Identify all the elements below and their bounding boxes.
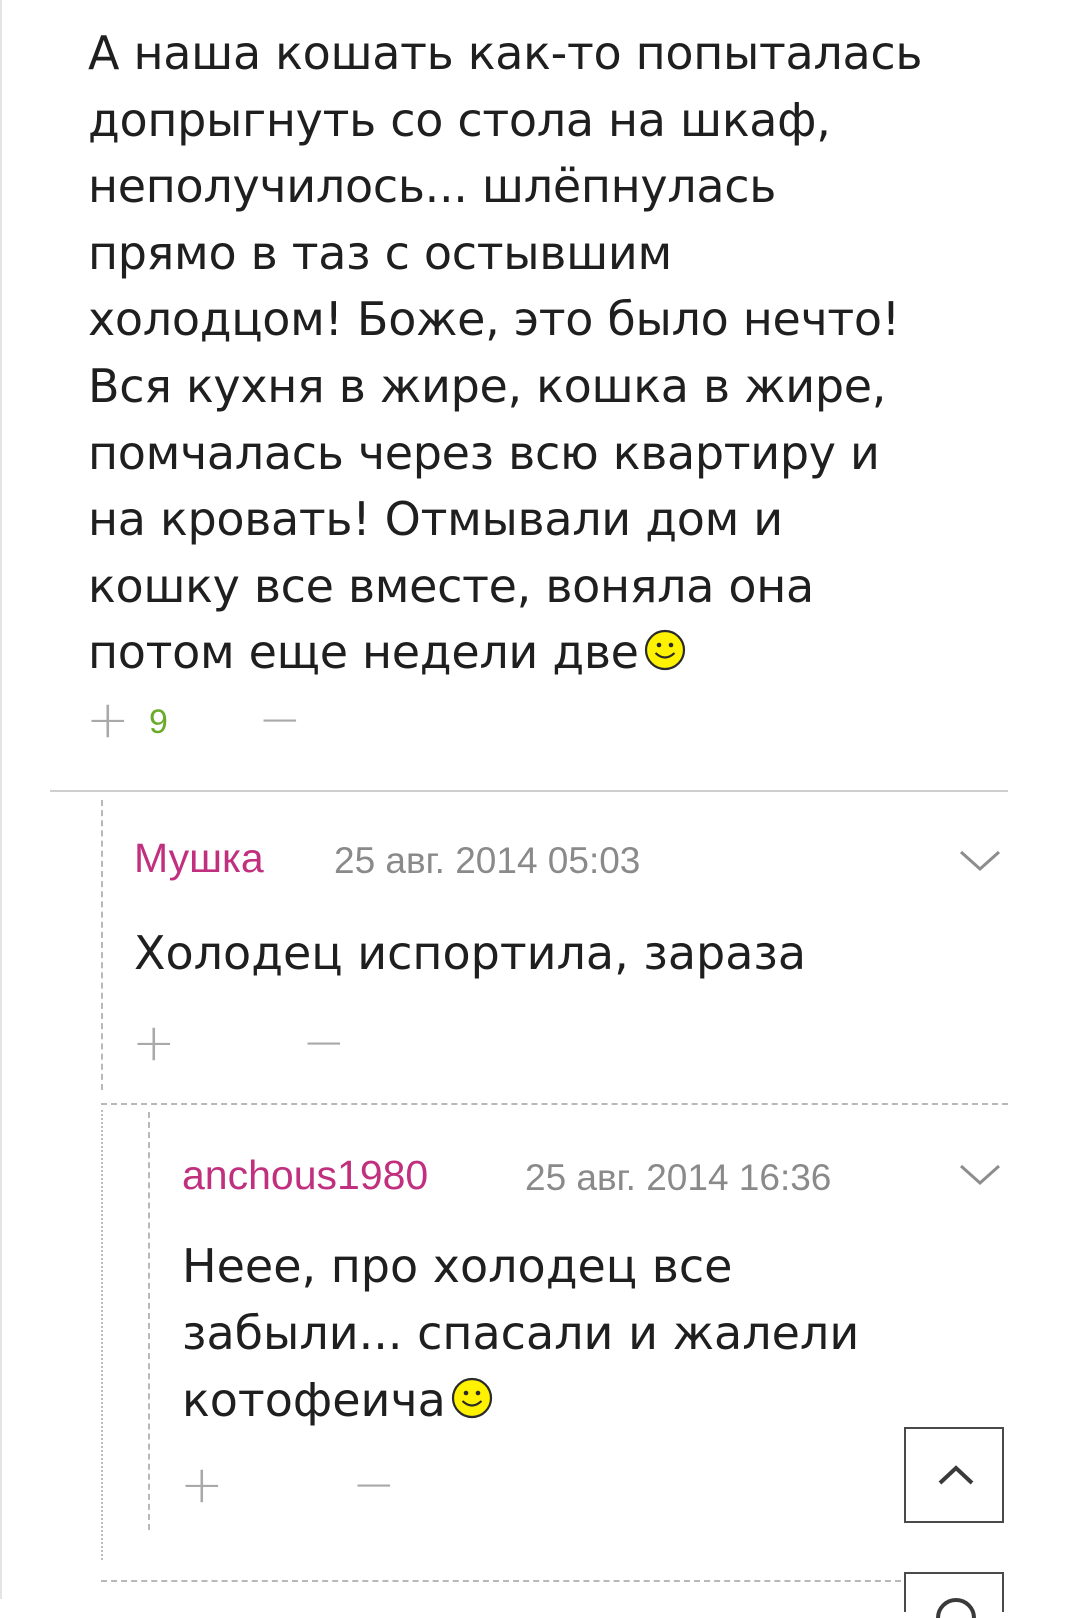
comment-line: помчалась через всю квартиру и [88,425,880,480]
downvote-button[interactable]: − [302,1013,346,1073]
downvote-button[interactable]: − [258,690,302,750]
reply-line-last: котофеича [182,1367,902,1434]
chevron-down-icon[interactable] [958,1162,1002,1188]
reply-text: Неее, про холодец все забыли... спасали … [182,1233,902,1434]
upvote-button[interactable]: + [132,1013,176,1073]
thread-divider [101,1103,1008,1105]
comment-line-last: потом еще недели две [88,619,1048,686]
reply-line: котофеича [182,1373,446,1427]
comment-line: А наша кошать как-то попыталась [88,26,923,80]
author-link[interactable]: Мушка [134,835,264,882]
scroll-top-button[interactable] [904,1427,1004,1523]
comment-line: прямо в таз с остывшим [88,225,672,280]
partial-icon [936,1598,976,1618]
comment-date[interactable]: 25 авг. 2014 05:03 [334,840,640,882]
rating-count: 9 [149,703,168,741]
thread-line [101,800,103,1090]
comment-line: Вся кухня в жире, кошка в жире, [88,358,887,413]
thread-line [101,1110,103,1560]
smiley-icon [451,1377,492,1419]
comment-body: А наша кошать как-то попыталась допрыгну… [88,20,1048,686]
comment-line: холодцом! Боже, это было нечто! [88,292,900,347]
reply-text: Холодец испортила, зараза [134,926,807,980]
comment-line: кошку все вместе, воняла она [88,558,814,613]
comment-line: неполучилось... шлёпнулась [88,159,777,214]
comment-line: потом еще недели две [88,625,639,680]
chevron-down-icon[interactable] [958,848,1002,874]
thread-divider [101,1580,901,1582]
page-edge [0,0,2,1599]
reply-line: Неее, про холодец все [182,1239,733,1293]
upvote-button[interactable]: + [86,690,130,750]
author-link[interactable]: anchous1980 [182,1152,428,1199]
comment-date[interactable]: 25 авг. 2014 16:36 [525,1157,831,1199]
comment-line: на кровать! Отмывали дом и [88,492,783,547]
smiley-icon [644,630,685,671]
thread-line [148,1112,150,1530]
bottom-floating-button[interactable] [904,1572,1004,1618]
reply-line: забыли... спасали и жалели [182,1306,860,1360]
separator [50,790,1008,792]
upvote-button[interactable]: + [180,1455,224,1515]
chevron-up-icon [938,1465,974,1485]
downvote-button[interactable]: − [352,1455,396,1515]
comment-line: допрыгнуть со стола на шкаф, [88,92,831,147]
